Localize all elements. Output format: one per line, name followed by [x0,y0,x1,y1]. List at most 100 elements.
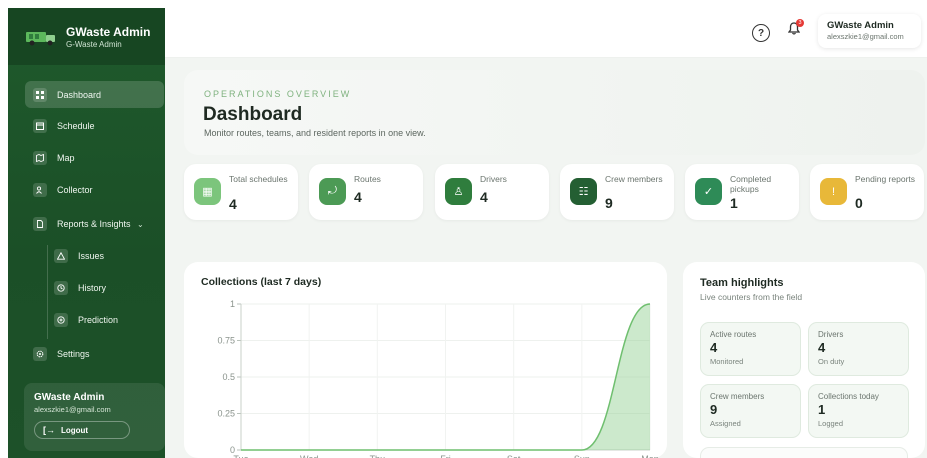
sidebar-subitem-history[interactable]: History [54,274,106,301]
sidebar-item-reports[interactable]: Reports & Insights [25,210,131,237]
stat-label: Routes [354,174,381,184]
tile-collections-today: Collections today 1 Logged [808,384,909,438]
stat-card-pending-reports[interactable]: ! Pending reports 0 [810,164,924,220]
hero-panel: OPERATIONS OVERVIEW Dashboard Monitor ro… [184,70,925,155]
route-icon: ⤾ [319,178,346,205]
topbar-user-email: alexszkie1@gmail.com [827,32,904,41]
sidebar-user-card: GWaste Admin alexszkie1@gmail.com [→ Log… [24,383,165,451]
tile-sub: On duty [818,357,845,366]
y-tick-label: 0.25 [217,409,235,419]
x-tick-label: Fri [440,454,451,458]
stat-value: 4 [354,189,362,205]
team-title: Team highlights [700,277,784,289]
tile-label: Crew members [710,392,765,401]
sidebar-user-email: alexszkie1@gmail.com [34,405,111,414]
calendar-icon [33,118,47,133]
brand-subtitle: G-Waste Admin [66,39,122,49]
topbar [165,8,927,58]
stat-card-total-schedules[interactable]: ▦ Total schedules 4 [184,164,298,220]
notification-badge: 3 [796,19,804,27]
sidebar-item-collector[interactable]: Collector [25,176,93,203]
x-tick-label: Mon [641,454,659,458]
sidebar-item-schedule[interactable]: Schedule [25,112,95,139]
stat-value: 1 [730,195,738,211]
y-tick-label: 0.5 [222,372,235,382]
topbar-user-menu[interactable]: GWaste Admin alexszkie1@gmail.com [818,14,921,48]
tile-value: 4 [818,340,826,355]
stat-card-drivers[interactable]: ♙ Drivers 4 [435,164,549,220]
submenu-divider [47,245,48,339]
chevron-down-icon[interactable]: ⌄ [137,220,144,229]
sidebar-subitem-prediction[interactable]: Prediction [54,306,118,333]
garbage-truck-icon [26,31,55,45]
sidebar-item-dashboard[interactable]: Dashboard [25,81,164,108]
team-extra-panel [700,447,908,458]
logout-icon: [→ [43,425,55,435]
warning-icon [54,248,68,263]
sidebar-item-label: Map [57,152,75,163]
x-tick-label: Sat [507,454,521,458]
calendar-icon: ▦ [194,178,221,205]
tile-label: Active routes [710,330,757,339]
hero-eyebrow: OPERATIONS OVERVIEW [204,89,352,99]
sidebar: GWaste Admin G-Waste Admin Dashboard Sch… [8,8,165,458]
page-description: Monitor routes, teams, and resident repo… [204,128,426,138]
stat-card-routes[interactable]: ⤾ Routes 4 [309,164,423,220]
stat-card-completed-pickups[interactable]: ✓ Completed pickups 1 [685,164,799,220]
brand[interactable]: GWaste Admin G-Waste Admin [8,8,165,65]
sidebar-user-name: GWaste Admin [34,392,105,403]
x-tick-label: Wed [300,454,318,458]
history-icon [54,280,68,295]
driver-icon: ♙ [445,178,472,205]
sidebar-item-label: Prediction [78,314,119,325]
tile-crew-members: Crew members 9 Assigned [700,384,801,438]
sidebar-item-settings[interactable]: Settings [25,340,90,367]
tile-value: 9 [710,402,718,417]
x-tick-label: Thu [370,454,386,458]
stat-label: Drivers [480,174,507,184]
sidebar-item-label: Dashboard [57,89,102,100]
sidebar-item-label: History [78,282,107,293]
stat-card-crew-members[interactable]: ☷ Crew members 9 [560,164,674,220]
tile-label: Collections today [818,392,879,401]
stat-value: 9 [605,195,613,211]
x-tick-label: Tue [233,454,248,458]
gear-icon [33,346,47,361]
check-icon: ✓ [695,178,722,205]
grid-icon [33,87,47,102]
sidebar-item-label: Reports & Insights [57,218,131,229]
stat-label: Completed pickups [730,174,772,194]
y-tick-label: 1 [230,299,235,309]
topbar-user-name: GWaste Admin [827,20,894,31]
stat-value: 4 [480,189,488,205]
tile-value: 4 [710,340,718,355]
stat-value: 0 [855,195,863,211]
y-tick-label: 0.75 [217,336,235,346]
sidebar-item-label: Collector [57,184,93,195]
tile-sub: Assigned [710,419,741,428]
page-title: Dashboard [203,104,303,125]
tile-value: 1 [818,402,826,417]
sidebar-item-label: Schedule [57,120,95,131]
map-icon [33,150,47,165]
users-icon [33,182,47,197]
crew-icon: ☷ [570,178,597,205]
team-subtitle: Live counters from the field [700,292,803,302]
stat-label: Pending reports [855,174,916,184]
logout-label: Logout [61,425,89,435]
stat-value: 4 [229,196,237,212]
tile-sub: Monitored [710,357,744,366]
sidebar-subitem-issues[interactable]: Issues [54,242,104,269]
tile-sub: Logged [818,419,844,428]
tile-drivers: Drivers 4 On duty [808,322,909,376]
alert-icon: ! [820,178,847,205]
stat-label: Total schedules [229,174,288,184]
help-icon[interactable]: ? [752,24,770,42]
stat-label: Crew members [605,174,663,184]
sidebar-item-map[interactable]: Map [25,144,75,171]
sidebar-item-label: Settings [57,348,90,359]
collections-chart-card: Collections (last 7 days) 00.250.50.751T… [184,262,667,458]
x-tick-label: Sun [574,454,590,458]
tile-active-routes: Active routes 4 Monitored [700,322,801,376]
logout-button[interactable]: [→ Logout [34,421,130,439]
